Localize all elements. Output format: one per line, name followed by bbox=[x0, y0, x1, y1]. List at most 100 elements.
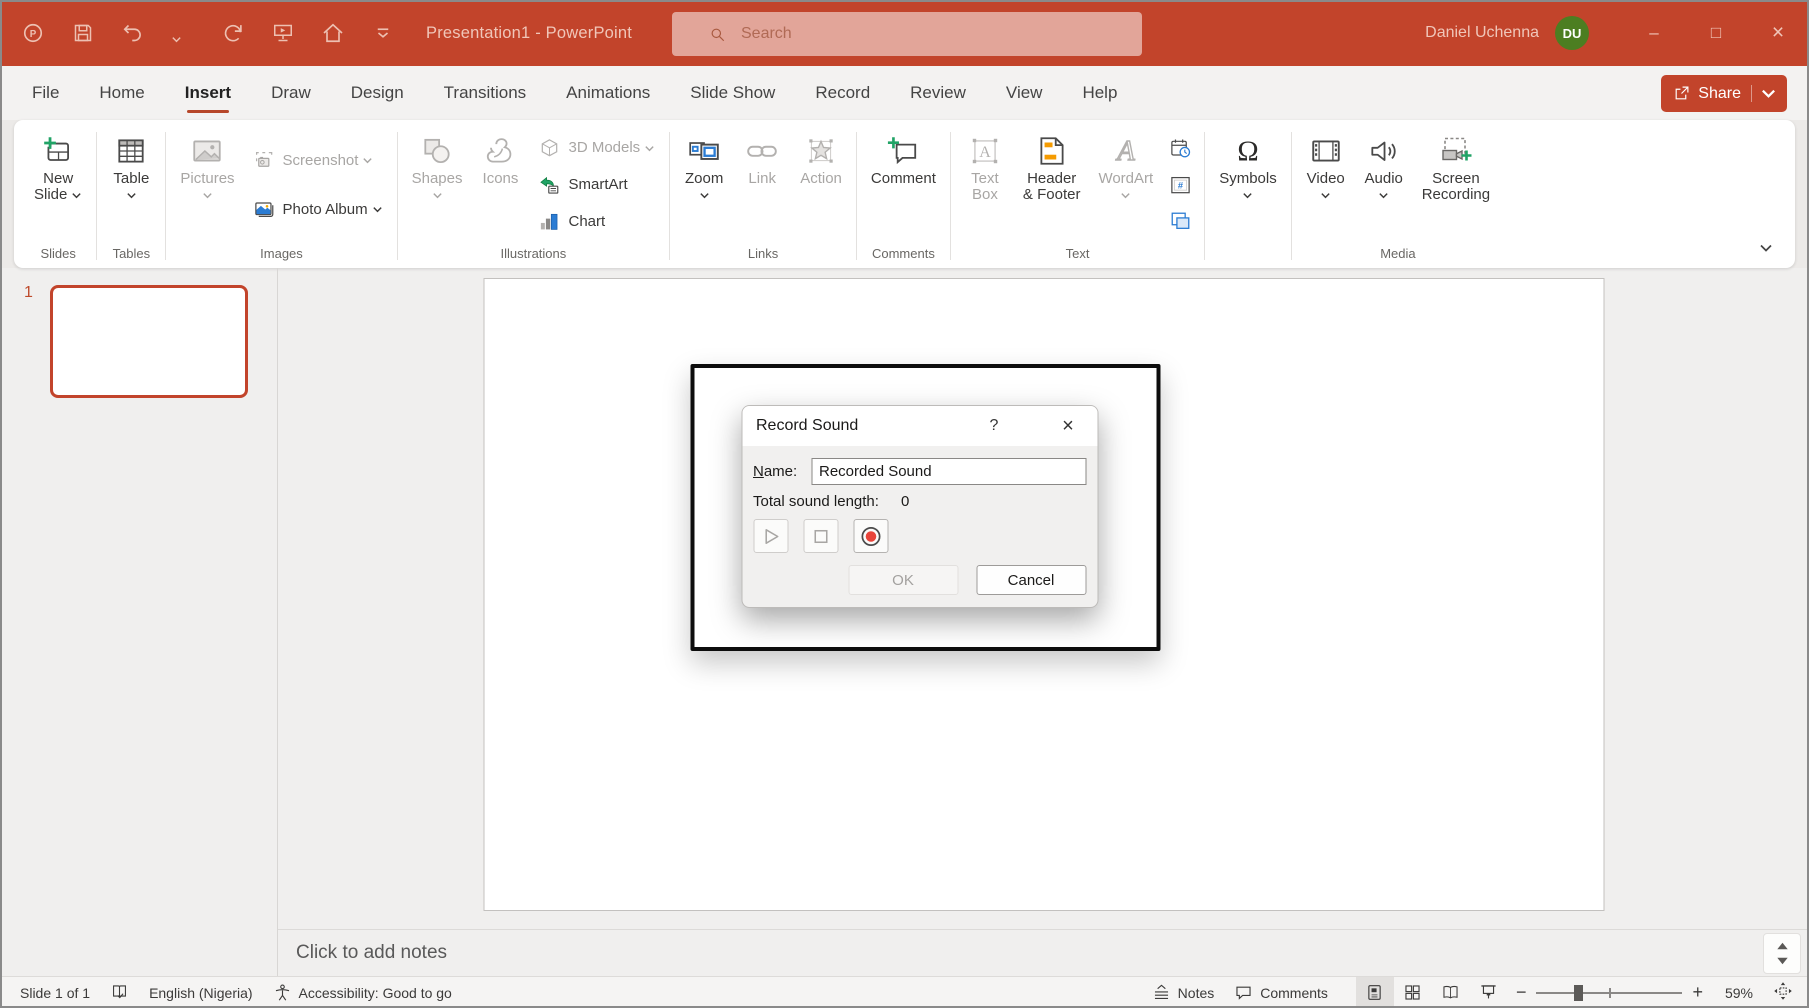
comment-button[interactable]: Comment bbox=[863, 126, 944, 244]
chart-button[interactable]: Chart bbox=[532, 207, 661, 236]
record-button[interactable] bbox=[853, 519, 888, 553]
zoom-out-button[interactable]: − bbox=[1508, 982, 1535, 1003]
fit-slide-to-window-button[interactable] bbox=[1763, 981, 1803, 1004]
user-name[interactable]: Daniel Uchenna bbox=[1425, 24, 1539, 42]
powerpoint-logo-icon: P bbox=[20, 20, 46, 46]
tab-transitions[interactable]: Transitions bbox=[442, 69, 529, 117]
smartart-icon bbox=[538, 174, 561, 197]
link-icon bbox=[745, 132, 779, 170]
slide-canvas[interactable]: Record Sound ? × Name: Total sound lengt… bbox=[483, 278, 1604, 911]
language-indicator[interactable]: English (Nigeria) bbox=[139, 977, 262, 1008]
shapes-icon bbox=[420, 132, 454, 170]
close-button[interactable]: × bbox=[1747, 0, 1809, 66]
smartart-button[interactable]: SmartArt bbox=[532, 171, 661, 200]
search-placeholder: Search bbox=[741, 25, 792, 43]
slideshow-icon[interactable] bbox=[270, 20, 296, 46]
window-title: Presentation1 - PowerPoint bbox=[426, 24, 632, 43]
chart-icon bbox=[538, 210, 561, 233]
object-button[interactable] bbox=[1165, 208, 1196, 235]
zoom-in-button[interactable]: + bbox=[1684, 982, 1711, 1003]
dialog-title-bar[interactable]: Record Sound ? × bbox=[742, 406, 1097, 446]
audio-button[interactable]: Audio bbox=[1356, 126, 1412, 244]
maximize-button[interactable]: □ bbox=[1685, 0, 1747, 66]
icons-icon bbox=[483, 132, 517, 170]
zoom-level[interactable]: 59% bbox=[1711, 985, 1763, 1001]
svg-text:A: A bbox=[979, 144, 991, 161]
tab-home[interactable]: Home bbox=[97, 69, 146, 117]
collapse-ribbon-button[interactable] bbox=[1751, 236, 1781, 260]
dialog-close-button[interactable]: × bbox=[1053, 415, 1083, 438]
share-button[interactable]: Share bbox=[1661, 75, 1787, 112]
slide-number-icon: # bbox=[1169, 174, 1192, 197]
total-length-value: 0 bbox=[901, 493, 909, 510]
notes-pane[interactable]: Click to add notes bbox=[278, 929, 1809, 976]
notes-placeholder: Click to add notes bbox=[296, 942, 447, 964]
ribbon-group-comments: CommentComments bbox=[857, 124, 950, 268]
slide-indicator[interactable]: Slide 1 of 1 bbox=[20, 977, 100, 1008]
slide-scroll-buttons bbox=[1763, 933, 1801, 974]
link-button: Link bbox=[734, 126, 790, 244]
photo-album-button[interactable]: Photo Album bbox=[247, 195, 389, 224]
undo-icon[interactable] bbox=[120, 20, 146, 46]
undo-dropdown-icon[interactable] bbox=[170, 20, 196, 46]
video-button[interactable]: Video bbox=[1298, 126, 1354, 244]
normal-view-button[interactable] bbox=[1356, 977, 1394, 1008]
search-box[interactable]: Search bbox=[672, 12, 1142, 56]
reading-view-button[interactable] bbox=[1432, 977, 1470, 1008]
svg-text:P: P bbox=[30, 29, 37, 40]
minimize-button[interactable]: – bbox=[1623, 0, 1685, 66]
redo-icon[interactable] bbox=[220, 20, 246, 46]
share-dropdown-icon[interactable] bbox=[1751, 85, 1777, 102]
tab-help[interactable]: Help bbox=[1080, 69, 1119, 117]
header-footer-button[interactable]: Header& Footer bbox=[1015, 126, 1089, 244]
table-button[interactable]: Table bbox=[103, 126, 159, 244]
zoom-button[interactable]: Zoom bbox=[676, 126, 732, 244]
tab-view[interactable]: View bbox=[1004, 69, 1045, 117]
tab-slide-show[interactable]: Slide Show bbox=[688, 69, 777, 117]
date-time-button[interactable] bbox=[1165, 135, 1196, 162]
ribbon-group-label: Images bbox=[166, 244, 396, 268]
tab-file[interactable]: File bbox=[30, 69, 61, 117]
slideshow-view-button[interactable] bbox=[1470, 977, 1508, 1008]
tab-animations[interactable]: Animations bbox=[564, 69, 652, 117]
3d-models-icon bbox=[538, 137, 561, 160]
slide-thumbnail[interactable] bbox=[50, 285, 248, 398]
customize-toolbar-icon[interactable] bbox=[370, 20, 396, 46]
comments-toggle[interactable]: Comments bbox=[1224, 977, 1338, 1008]
ribbon-group-label bbox=[1205, 259, 1291, 268]
sound-name-input[interactable] bbox=[811, 458, 1086, 485]
tab-insert[interactable]: Insert bbox=[183, 69, 233, 117]
screenshot-icon bbox=[253, 149, 276, 172]
new-slide-button[interactable]: NewSlide bbox=[26, 126, 90, 244]
slide-number-button[interactable]: # bbox=[1165, 172, 1196, 199]
ribbon-group-media: VideoAudioScreenRecordingMedia bbox=[1292, 124, 1504, 268]
scroll-up-icon[interactable] bbox=[1776, 942, 1789, 950]
zoom-slider-thumb[interactable] bbox=[1574, 985, 1583, 1001]
spellcheck-icon[interactable] bbox=[100, 977, 139, 1008]
screen-recording-icon bbox=[1439, 132, 1473, 170]
ribbon-group-tables: TableTables bbox=[97, 124, 165, 268]
save-icon[interactable] bbox=[70, 20, 96, 46]
name-label: Name: bbox=[753, 463, 811, 480]
dialog-help-button[interactable]: ? bbox=[979, 417, 1009, 435]
notes-toggle[interactable]: Notes bbox=[1142, 977, 1225, 1008]
avatar[interactable]: DU bbox=[1555, 16, 1589, 50]
scroll-down-icon[interactable] bbox=[1776, 957, 1789, 965]
screen-recording-button[interactable]: ScreenRecording bbox=[1414, 126, 1498, 244]
tab-design[interactable]: Design bbox=[349, 69, 406, 117]
cancel-button[interactable]: Cancel bbox=[976, 565, 1086, 595]
tab-record[interactable]: Record bbox=[813, 69, 872, 117]
share-icon bbox=[1673, 85, 1690, 102]
tab-review[interactable]: Review bbox=[908, 69, 968, 117]
zoom-slider[interactable] bbox=[1536, 992, 1682, 994]
home-icon[interactable] bbox=[320, 20, 346, 46]
date-time-icon bbox=[1169, 137, 1192, 160]
audio-icon bbox=[1367, 132, 1401, 170]
accessibility-status[interactable]: Accessibility: Good to go bbox=[263, 977, 462, 1008]
action-button: Action bbox=[792, 126, 850, 244]
svg-text:#: # bbox=[1178, 180, 1184, 190]
symbols-button[interactable]: ΩSymbols bbox=[1211, 126, 1285, 259]
slide-sorter-view-button[interactable] bbox=[1394, 977, 1432, 1008]
ribbon-group-symbols: ΩSymbols bbox=[1205, 124, 1291, 268]
tab-draw[interactable]: Draw bbox=[269, 69, 313, 117]
